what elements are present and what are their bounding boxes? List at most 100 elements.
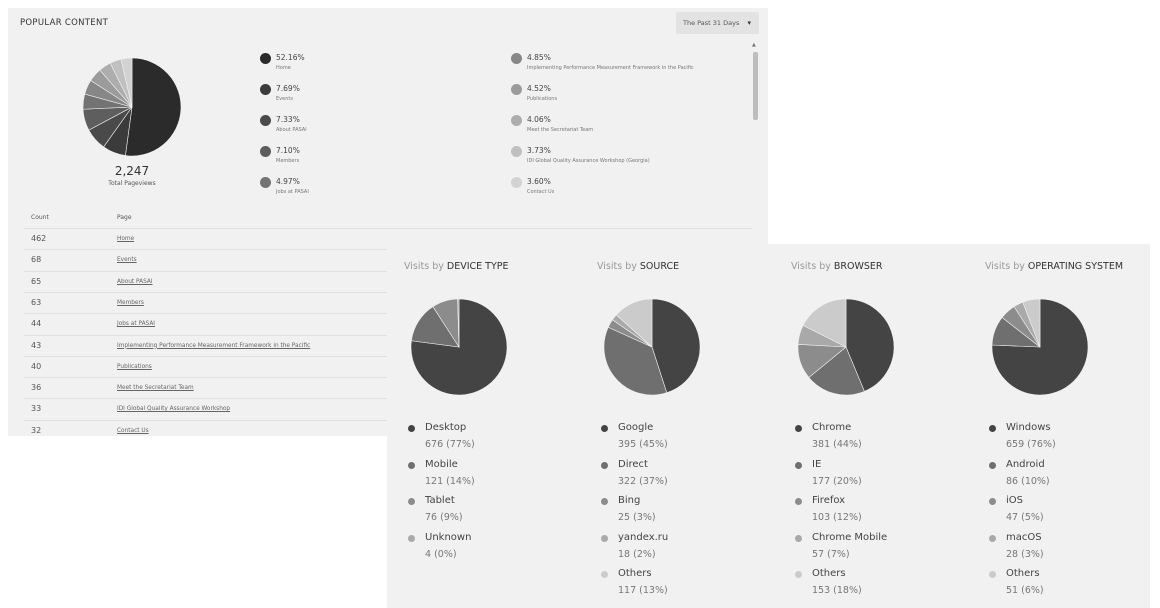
- chart-title-dimension: OPERATING SYSTEM: [1027, 261, 1124, 272]
- pageviews-pie-chart: [82, 57, 182, 157]
- legend-label: yandex.ru: [618, 531, 669, 543]
- legend-dot: [408, 425, 415, 432]
- legend-dot: [989, 425, 996, 432]
- legend-value: 659 (76%): [1006, 439, 1056, 450]
- chart-title-operating-system: Visits by OPERATING SYSTEM: [985, 261, 1123, 272]
- pie-slice-home: [125, 57, 182, 157]
- row-count: 33: [31, 404, 42, 414]
- pie-chart-operating-system: [991, 298, 1089, 396]
- legend-label: IE: [812, 458, 822, 470]
- legend-label: Desktop: [425, 422, 467, 433]
- legend-dot: [795, 534, 802, 542]
- legend-dot: [795, 461, 802, 469]
- legend-dot: [989, 461, 996, 469]
- legend-dot: [408, 498, 415, 506]
- legend-label: Android: [1006, 458, 1045, 470]
- legend-dot: [408, 461, 415, 469]
- legend-dot: [408, 534, 415, 542]
- legend-dot: [601, 498, 608, 506]
- legend-label: Google: [618, 422, 654, 433]
- chart-title-dimension: DEVICE TYPE: [446, 261, 509, 272]
- row-count: 40: [31, 361, 42, 371]
- legend-page-name: Members: [276, 158, 300, 164]
- legend-value: 121 (14%): [425, 475, 475, 487]
- chart-title-device-type: Visits by DEVICE TYPE: [404, 261, 509, 272]
- legend-dot: [260, 84, 271, 95]
- legend-scrollbar[interactable]: [753, 52, 758, 120]
- legend-percent: 4.06%: [527, 115, 551, 124]
- legend-page-name: IDI Global Quality Assurance Workshop (G…: [527, 158, 650, 164]
- legend-page-name: Meet the Secretariat Team: [527, 127, 594, 133]
- chart-title-source: Visits by SOURCE: [597, 261, 679, 272]
- legend-dot: [601, 534, 608, 542]
- legend-dot: [260, 115, 271, 126]
- legend-dot: [260, 146, 271, 157]
- legend-label: Firefox: [812, 495, 846, 507]
- legend-value: 4 (0%): [425, 548, 457, 560]
- chart-title-prefix: Visits by: [404, 261, 444, 272]
- pie-chart-browser: [797, 298, 895, 396]
- row-page-link[interactable]: IDI Global Quality Assurance Workshop: [117, 406, 230, 412]
- legend-label: Chrome: [812, 422, 852, 433]
- total-pageviews-label: Total Pageviews: [108, 180, 156, 187]
- row-page-link[interactable]: Meet the Secretariat Team: [117, 385, 194, 391]
- legend-value: 51 (6%): [1006, 585, 1044, 597]
- row-page-link[interactable]: Contact Us: [117, 428, 149, 434]
- row-page-link[interactable]: Members: [117, 300, 144, 306]
- legend-page-name: Contact Us: [527, 189, 555, 195]
- legend-dot: [511, 53, 522, 64]
- row-page-link[interactable]: Jobs at PASAI: [117, 321, 155, 327]
- legend-value: 47 (5%): [1006, 512, 1044, 524]
- legend-dot: [511, 146, 522, 157]
- legend-value: 86 (10%): [1006, 475, 1050, 487]
- total-pageviews-value: 2,247: [114, 164, 150, 178]
- legend-value: 18 (2%): [618, 548, 656, 560]
- legend-label: iOS: [1006, 495, 1023, 507]
- row-count: 462: [31, 234, 47, 243]
- legend-label: Windows: [1006, 422, 1051, 433]
- legend-dot: [989, 534, 996, 542]
- scroll-up-arrow-icon[interactable]: ▲: [752, 42, 756, 48]
- legend-value: 117 (13%): [618, 585, 668, 597]
- legend-label: Others: [812, 568, 846, 580]
- legend-value: 381 (44%): [812, 439, 862, 450]
- legend-page-name: Implementing Performance Measurement Fra…: [527, 65, 694, 71]
- legend-percent: 7.69%: [276, 84, 300, 93]
- legend-dot: [601, 461, 608, 469]
- legend-label: Chrome Mobile: [812, 531, 888, 543]
- legend-dot: [989, 571, 996, 579]
- legend-percent: 7.33%: [276, 115, 300, 124]
- legend-percent: 4.97%: [276, 177, 300, 186]
- legend-value: 103 (12%): [812, 512, 862, 524]
- row-page-link[interactable]: Events: [117, 257, 137, 263]
- legend-label: Others: [1006, 568, 1040, 580]
- legend-value: 25 (3%): [618, 512, 656, 524]
- pie-chart-source: [603, 298, 701, 396]
- table-header-page: Page: [117, 214, 132, 221]
- row-page-link[interactable]: About PASAI: [117, 279, 153, 285]
- legend-value: 322 (37%): [618, 475, 668, 487]
- legend-page-name: Events: [276, 96, 293, 102]
- legend-value: 153 (18%): [812, 585, 862, 597]
- chart-title-prefix: Visits by: [791, 261, 831, 272]
- legend-dot: [795, 571, 802, 579]
- row-page-link[interactable]: Implementing Performance Measurement Fra…: [117, 343, 310, 349]
- date-range-dropdown[interactable]: The Past 31 Days ▾: [676, 12, 759, 34]
- legend-label: Direct: [618, 458, 648, 470]
- row-count: 65: [31, 276, 42, 286]
- legend-percent: 4.85%: [527, 53, 551, 62]
- row-page-link[interactable]: Publications: [117, 364, 152, 370]
- chart-title-dimension: SOURCE: [639, 261, 680, 272]
- legend-label: Bing: [618, 495, 641, 507]
- legend-label: Others: [618, 568, 652, 580]
- legend-dot: [511, 84, 522, 95]
- legend-page-name: Jobs at PASAI: [276, 189, 309, 195]
- pie-chart-device-type: [410, 298, 508, 396]
- row-page-link[interactable]: Home: [117, 236, 134, 242]
- legend-dot: [260, 53, 271, 64]
- legend-label: macOS: [1006, 531, 1042, 543]
- legend-label: Tablet: [425, 495, 455, 507]
- legend-page-name: Home: [276, 65, 291, 71]
- legend-dot: [260, 177, 271, 188]
- chevron-down-icon: ▾: [747, 19, 751, 27]
